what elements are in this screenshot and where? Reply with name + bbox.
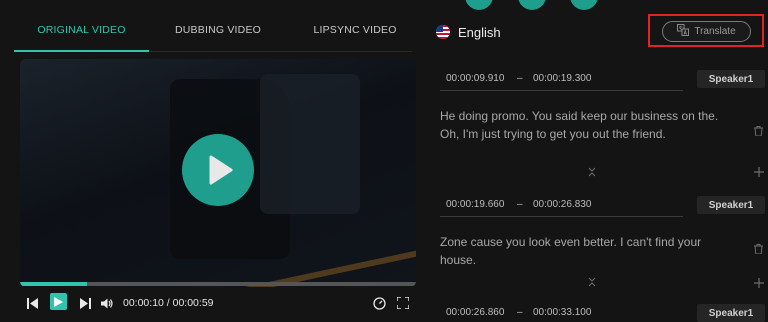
play-button-large[interactable] [182, 134, 254, 206]
translate-label: Translate [694, 26, 736, 37]
play-icon [209, 155, 233, 185]
skip-forward-icon [79, 297, 91, 309]
segment-start-time[interactable]: 00:00:09.910 [446, 73, 504, 84]
delete-segment-icon[interactable] [754, 244, 763, 257]
video-progress-bar[interactable] [20, 282, 416, 286]
fullscreen-button[interactable] [395, 295, 411, 311]
segment-text[interactable]: Zone cause you look even better. I can't… [440, 233, 740, 269]
tabs-divider [150, 51, 412, 52]
segment-text[interactable]: He doing promo. You said keep our busine… [440, 107, 740, 143]
segment-end-time[interactable]: 00:00:26.830 [533, 199, 591, 210]
top-action-button-3[interactable] [570, 0, 598, 10]
segment-time-separator: – [517, 73, 523, 84]
segment-time-separator: – [517, 199, 523, 210]
speaker-label[interactable]: Speaker1 [697, 70, 765, 88]
skip-back-icon [26, 297, 38, 309]
translate-icon [677, 24, 690, 39]
merge-segments-icon[interactable] [588, 277, 596, 290]
video-frame-shape-2 [260, 74, 360, 214]
add-segment-icon[interactable] [754, 167, 764, 180]
segment-start-time[interactable]: 00:00:19.660 [446, 199, 504, 210]
segment-time-underline [440, 90, 683, 91]
language-label[interactable]: English [458, 25, 501, 40]
skip-back-button[interactable] [24, 295, 40, 311]
segment-time-separator: – [517, 307, 523, 318]
translate-button[interactable]: Translate [662, 21, 751, 42]
video-progress-fill [20, 282, 88, 286]
volume-icon [101, 298, 113, 308]
speaker-label[interactable]: Speaker1 [697, 304, 765, 322]
segment-start-time[interactable]: 00:00:26.860 [446, 307, 504, 318]
skip-forward-button[interactable] [77, 295, 93, 311]
playback-speed-button[interactable] [371, 295, 387, 311]
video-player[interactable] [20, 59, 416, 287]
tab-original-video[interactable]: ORIGINAL VIDEO [14, 24, 149, 36]
active-tab-indicator [14, 50, 149, 52]
play-button[interactable] [50, 293, 67, 310]
segment-end-time[interactable]: 00:00:33.100 [533, 307, 591, 318]
merge-segments-icon[interactable] [588, 167, 596, 180]
add-segment-icon[interactable] [754, 278, 764, 291]
speedometer-icon [372, 296, 386, 310]
tab-lipsync-video[interactable]: LIPSYNC VIDEO [287, 24, 423, 36]
volume-button[interactable] [99, 295, 115, 311]
fullscreen-icon [397, 297, 409, 309]
play-small-icon [54, 296, 63, 307]
time-display: 00:00:10 / 00:00:59 [123, 297, 214, 309]
speaker-label[interactable]: Speaker1 [697, 196, 765, 214]
top-action-button-2[interactable] [518, 0, 546, 10]
tab-dubbing-video[interactable]: DUBBING VIDEO [150, 24, 286, 36]
segment-time-underline [440, 216, 683, 217]
segment-end-time[interactable]: 00:00:19.300 [533, 73, 591, 84]
delete-segment-icon[interactable] [754, 126, 763, 139]
top-action-button-1[interactable] [465, 0, 493, 10]
us-flag-icon [436, 25, 450, 39]
